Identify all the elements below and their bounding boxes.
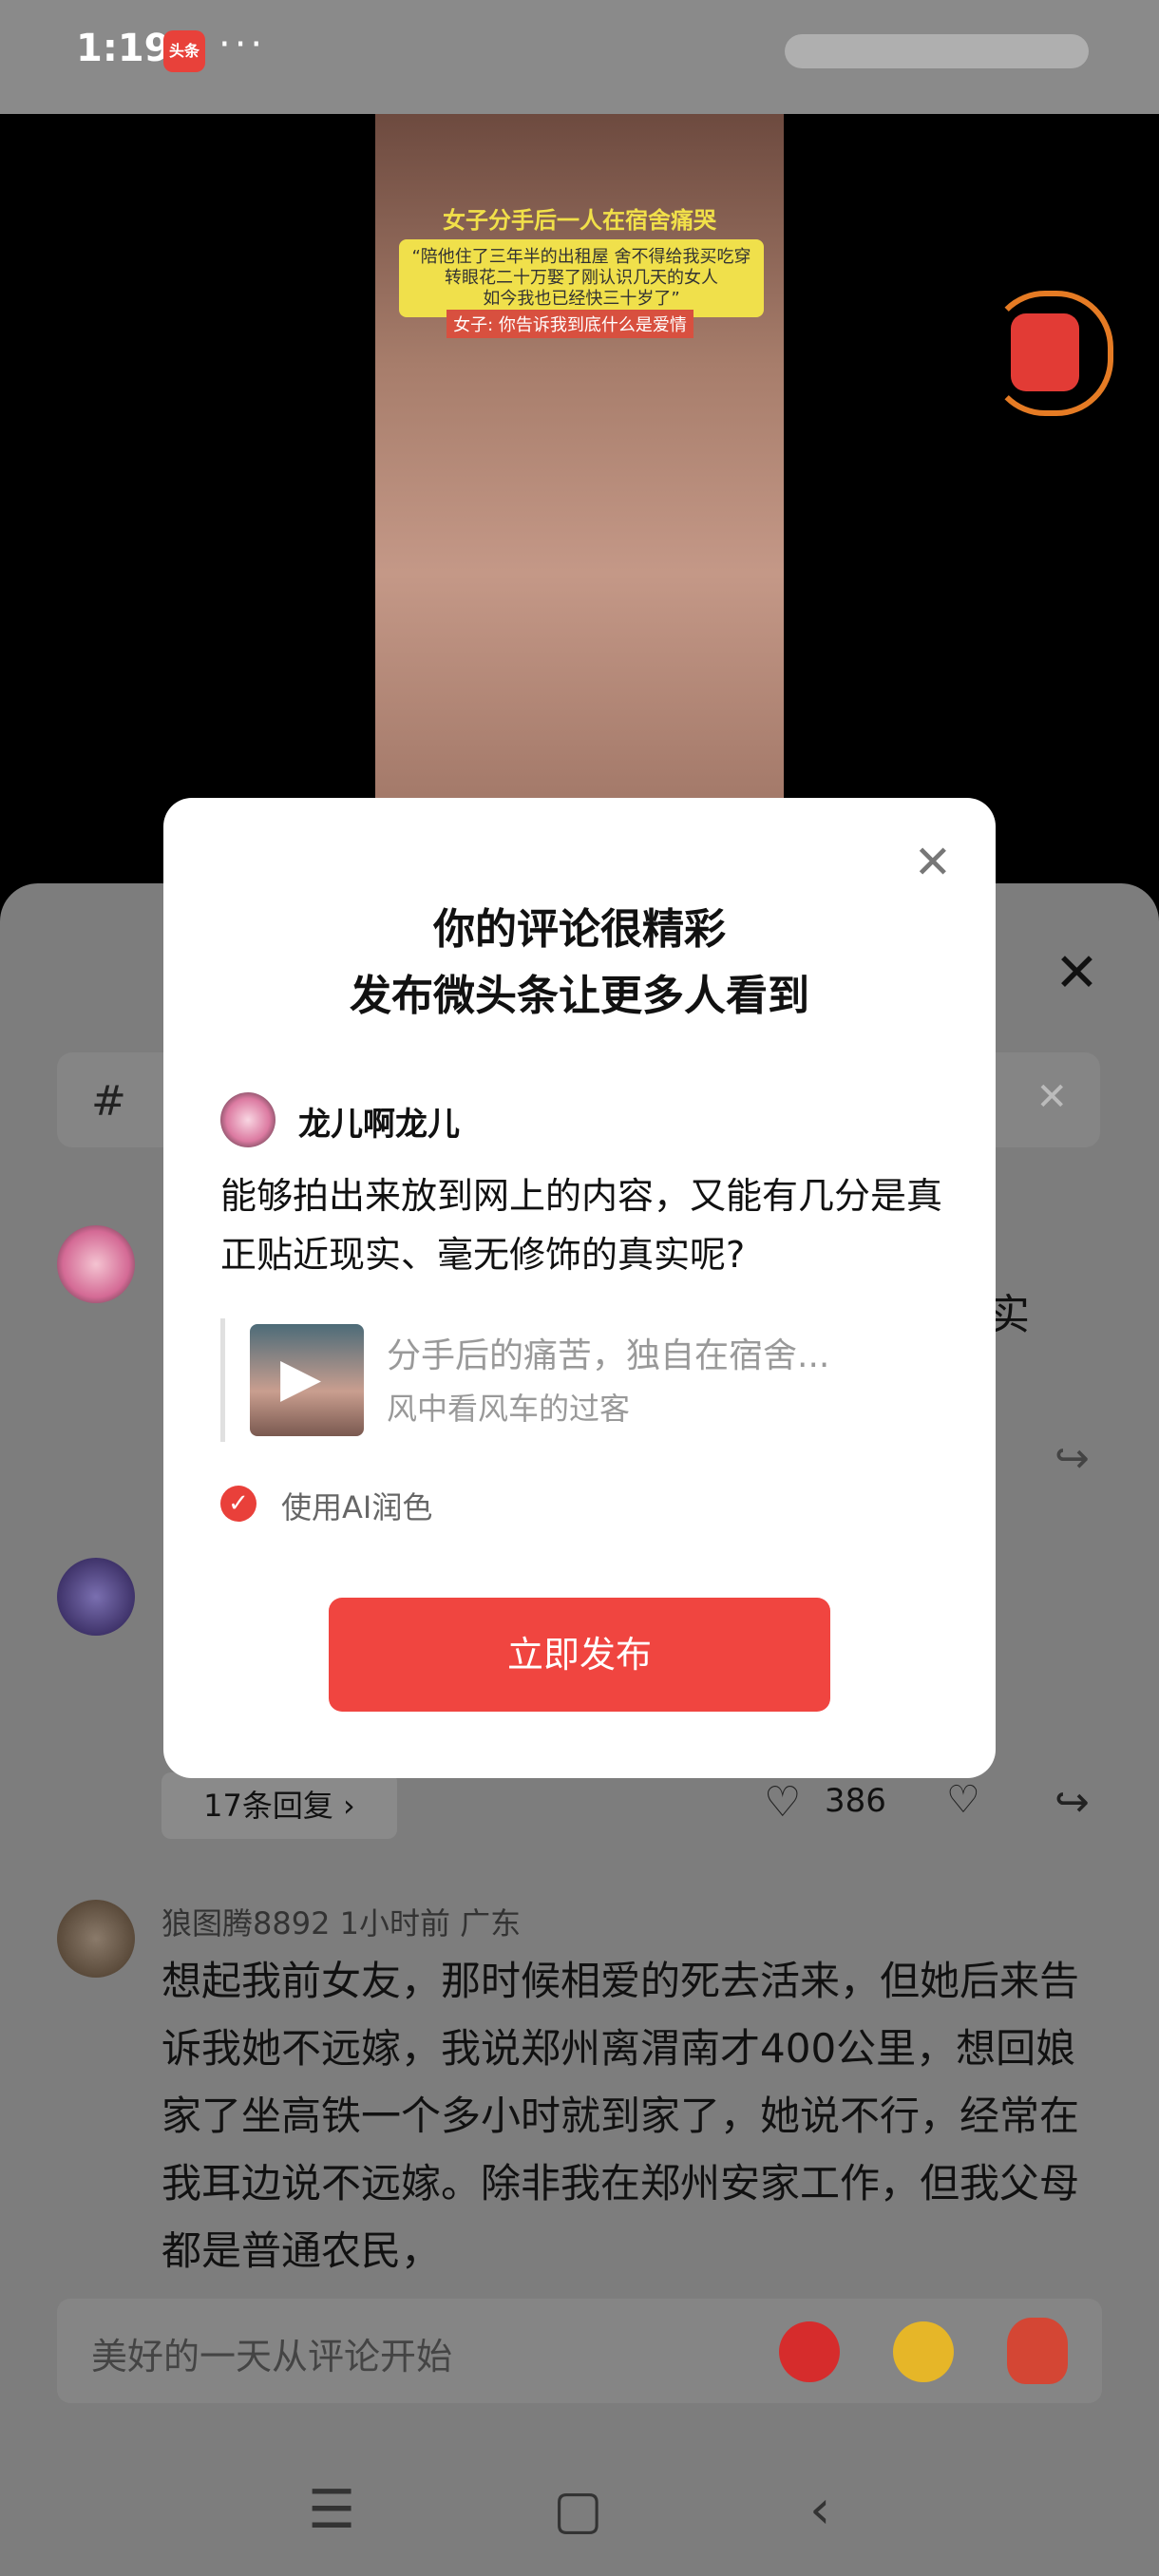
referenced-video-author: 风中看风车的过客	[387, 1391, 631, 1427]
publish-button[interactable]: 立即发布	[329, 1598, 830, 1712]
share-icon[interactable]: ↪	[1054, 1434, 1090, 1483]
home-icon[interactable]: ▢	[553, 2479, 603, 2541]
hashtag-icon: #	[91, 1077, 126, 1126]
referenced-video-card[interactable]: ▶ 分手后的痛苦，独自在宿舍... 风中看风车的过客	[220, 1318, 928, 1442]
like-count: 386	[825, 1782, 886, 1820]
avatar	[220, 1092, 276, 1147]
dialog-username: 龙儿啊龙儿	[298, 1106, 460, 1144]
video-caption-sub: 女子: 你告诉我到底什么是爱情	[446, 310, 694, 338]
play-icon: ▶	[280, 1347, 322, 1409]
referenced-video-title: 分手后的痛苦，独自在宿舍...	[387, 1336, 830, 1375]
dialog-close-icon[interactable]: ✕	[914, 836, 952, 889]
replies-button[interactable]: 17条回复 ›	[162, 1772, 397, 1839]
angry-emoji-icon[interactable]	[779, 2321, 840, 2382]
ai-polish-label[interactable]: 使用AI润色	[281, 1484, 432, 1527]
share-icon[interactable]: ↪	[1054, 1778, 1090, 1827]
more-notifications-icon: ···	[218, 23, 267, 66]
red-packet-timer-icon[interactable]	[988, 291, 1113, 416]
video-caption-quote: “陪他住了三年半的出租屋 舍不得给我买吃穿 转眼花二十万娶了刚认识几天的女人 如…	[399, 239, 764, 317]
topic-close-icon[interactable]: ✕	[1036, 1075, 1068, 1119]
comment-meta: 狼图腾8892 1小时前 广东	[162, 1905, 522, 1941]
comment-input-placeholder: 美好的一天从评论开始	[91, 2336, 453, 2377]
status-bar: 1:19 头条 ···	[0, 0, 1159, 114]
dialog-comment-text: 能够拍出来放到网上的内容，又能有几分是真正贴近现实、毫无修饰的真实呢?	[220, 1175, 943, 1276]
status-time: 1:19	[76, 27, 171, 70]
dialog-title-line2: 发布微头条让更多人看到	[350, 972, 809, 1020]
toutiao-app-icon: 头条	[163, 30, 205, 72]
comment-input[interactable]: 美好的一天从评论开始	[57, 2299, 1102, 2403]
comment-text: 想起我前女友，那时候相爱的死去活来，但她后来告诉我她不远嫁，我说郑州离渭南才40…	[162, 1958, 1080, 2274]
like-icon[interactable]: ♡	[764, 1778, 801, 1827]
close-icon[interactable]: ✕	[1054, 942, 1099, 1004]
publish-dialog: ✕ 你的评论很精彩 发布微头条让更多人看到 龙儿啊龙儿 能够拍出来放到网上的内容…	[163, 798, 996, 1778]
status-icons-blurred	[785, 34, 1089, 68]
dislike-icon[interactable]: ♡	[946, 1778, 980, 1822]
back-icon[interactable]: ‹	[809, 2479, 830, 2541]
video-caption-title: 女子分手后一人在宿舍痛哭	[443, 207, 716, 234]
crying-emoji-icon[interactable]	[893, 2321, 954, 2382]
checkbox-checked-icon[interactable]: ✓	[220, 1486, 256, 1522]
navigation-bar: ☰ ▢ ‹	[0, 2441, 1159, 2576]
avatar[interactable]	[57, 1225, 135, 1303]
avatar[interactable]	[57, 1900, 135, 1978]
avatar[interactable]	[57, 1558, 135, 1636]
rose-emoji-icon[interactable]	[1007, 2318, 1068, 2384]
dialog-title-line1: 你的评论很精彩	[433, 905, 726, 954]
menu-icon[interactable]: ☰	[308, 2479, 355, 2541]
